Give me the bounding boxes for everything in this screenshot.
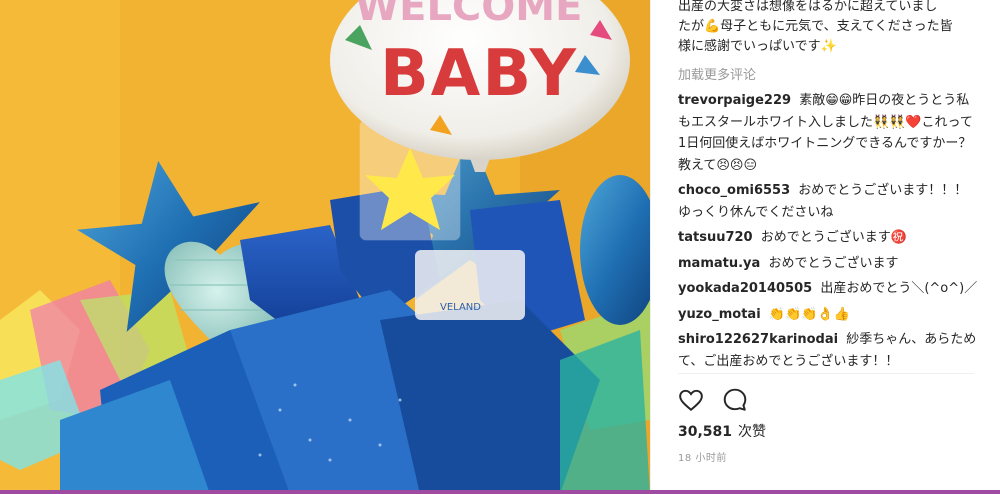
post-actions <box>678 387 748 413</box>
comment-username[interactable]: mamatu.ya <box>678 256 760 271</box>
comment-item: mamatu.ya おめでとうございます <box>678 253 981 275</box>
divider <box>678 373 974 374</box>
balloon-text-baby: BABY <box>380 37 578 111</box>
comment-item: shiro122627karinodai 紗季ちゃん、あらためて、ご出産おめでと… <box>678 329 981 372</box>
balloon-bouquet-image: VELAND WELCOME BABY <box>0 0 650 494</box>
post-caption: 出産の大変さは想像をはるかに超えていまし たが💪母子ともに元気で、支えてくださっ… <box>678 0 978 57</box>
caption-line: 出産の大変さは想像をはるかに超えていまし <box>678 0 938 14</box>
comment-username[interactable]: shiro122627karinodai <box>678 332 838 347</box>
comment-list[interactable]: trevorpaige229 素敵😁😁昨日の夜とうとう私もエスタールホワイト入し… <box>678 90 981 374</box>
comment-text: 出産おめでとう＼(^o^)／ <box>820 281 978 296</box>
like-count[interactable]: 30,581 次赞 <box>678 421 766 441</box>
caption-line: 様に感謝でいっぱいです✨ <box>678 39 837 54</box>
comment-bubble-icon[interactable] <box>722 387 748 413</box>
heart-icon[interactable] <box>678 387 704 413</box>
load-more-comments-link[interactable]: 加载更多评论 <box>678 64 756 83</box>
comment-panel: 出産の大変さは想像をはるかに超えていまし たが💪母子ともに元気で、支えてくださっ… <box>650 0 1000 494</box>
caption-line: たが💪母子ともに元気で、支えてくださった皆 <box>678 19 953 34</box>
comment-text: 👏👏👏👌👍 <box>768 306 850 322</box>
post-timestamp[interactable]: 18 小时前 <box>678 449 727 464</box>
comment-text: おめでとうございます㊗️ <box>760 230 907 245</box>
post-photo[interactable]: VELAND WELCOME BABY <box>0 0 650 494</box>
candy-bag-label: VELAND <box>440 302 481 313</box>
comment-item: yuzo_motai 👏👏👏👌👍 <box>678 304 981 326</box>
accent-bar <box>0 490 1000 494</box>
like-count-number: 30,581 <box>678 424 733 440</box>
comment-username[interactable]: trevorpaige229 <box>678 93 791 108</box>
comment-username[interactable]: choco_omi6553 <box>678 183 790 198</box>
comment-item: yookada20140505 出産おめでとう＼(^o^)／ <box>678 278 981 300</box>
comment-item: choco_omi6553 おめでとうございます！！！ ゆっくり休んでくださいね <box>678 180 981 223</box>
comment-username[interactable]: tatsuu720 <box>678 230 753 245</box>
comment-item: trevorpaige229 素敵😁😁昨日の夜とうとう私もエスタールホワイト入し… <box>678 90 981 176</box>
comment-username[interactable]: yookada20140505 <box>678 281 812 296</box>
balloon-text-welcome: WELCOME <box>355 0 582 30</box>
like-count-label: 次赞 <box>738 424 767 440</box>
comment-text: おめでとうございます <box>768 255 899 271</box>
comment-item: tatsuu720 おめでとうございます㊗️ <box>678 227 981 249</box>
comment-username[interactable]: yuzo_motai <box>678 307 761 322</box>
